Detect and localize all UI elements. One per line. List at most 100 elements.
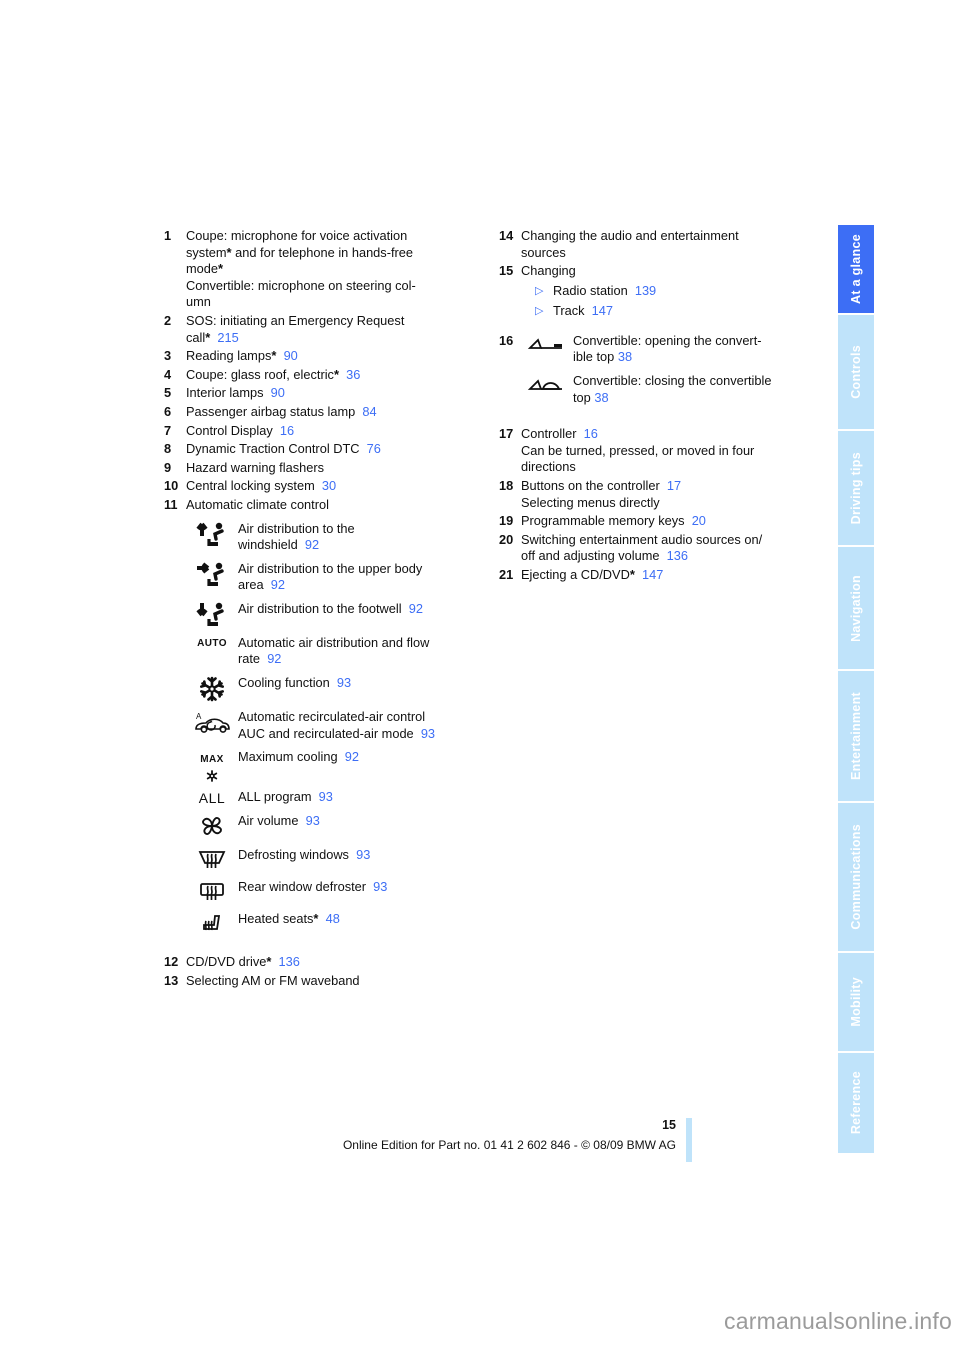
item-body: CD/DVD drive* 136 [186,954,474,971]
tab-communications[interactable]: Communications [838,803,874,953]
icon-line-1: Heated seats [238,911,314,927]
tab-driving-tips[interactable]: Driving tips [838,431,874,547]
page-reference[interactable]: 93 [356,847,370,862]
icon-line-2: rate [238,651,261,667]
item-label: Buttons on the controller [521,477,660,493]
tab-label: Navigation [849,574,863,642]
page-reference[interactable]: 17 [667,478,681,493]
page-reference[interactable]: 93 [319,789,333,804]
item-line: Selecting menus directly [521,494,660,510]
page-reference[interactable]: 90 [271,385,285,400]
tab-reference[interactable]: Reference [838,1053,874,1153]
page-reference[interactable]: 92 [305,537,319,552]
item-body: Automatic climate control [186,497,474,514]
page-reference[interactable]: 139 [635,283,656,300]
icon-row-cooling: Cooling function 93 [186,675,474,702]
icon-line-1: Convertible: opening the convert- [573,332,762,348]
item-line: Coupe: microphone for voice activation [186,228,408,243]
tab-navigation[interactable]: Navigation [838,547,874,671]
icon-row-recirculation: A Automatic recirculated-air control AUC… [186,709,474,742]
icon-line-1: Rear window defroster [238,879,367,895]
page-reference[interactable]: 36 [346,367,360,382]
item-number: 11 [164,496,178,512]
icon-line-1: Automatic recirculated-air control [238,709,426,725]
option-asterisk: * [629,566,635,582]
list-item-3: 3 Reading lamps* 90 [164,348,474,365]
item-line: mode [186,261,219,277]
page-reference[interactable]: 16 [584,426,598,441]
page-reference[interactable]: 93 [421,726,435,741]
page-reference[interactable]: 93 [337,675,351,690]
page-reference[interactable]: 147 [642,567,663,582]
item-body: Interior lamps 90 [186,385,474,402]
icon-row-heated-seats: Heated seats* 48 [186,911,474,936]
item-body: Programmable memory keys 20 [521,513,804,530]
triangle-bullet-icon: ▷ [535,284,544,297]
page-reference[interactable]: 136 [667,548,688,563]
page-reference[interactable]: 38 [618,349,632,364]
icon-row-text: Air distribution to the windshield 92 [238,521,474,554]
tab-mobility[interactable]: Mobility [838,953,874,1053]
page-reference[interactable]: 48 [326,911,340,926]
page-reference[interactable]: 92 [409,601,423,616]
page-reference[interactable]: 84 [362,404,376,419]
item-body: Switching entertainment audio sources on… [521,532,804,565]
icon-row-top-close: Convertible: closing the convertible top… [521,373,804,406]
footer-note: Online Edition for Part no. 01 41 2 602 … [342,1138,676,1152]
item-body: SOS: initiating an Emergency Request cal… [186,313,474,346]
bullet-label: Track [553,302,585,318]
icon-line-1: Cooling function [238,675,330,691]
page-reference[interactable]: 90 [284,348,298,363]
list-item-7: 7 Control Display 16 [164,423,474,440]
icon-row-auto: AUTO Automatic air distribution and flow… [186,635,474,668]
item-line: and for telephone in hands-free [231,244,414,260]
page-reference[interactable]: 20 [692,513,706,528]
item-line: Switching entertainment audio sources on… [521,531,763,547]
item-label: Central locking system [186,478,315,494]
page-reference[interactable]: 38 [594,390,608,405]
page-reference[interactable]: 16 [280,423,294,438]
tab-label: Driving tips [849,451,863,525]
bullet-radio-station: ▷ Radio station 139 [535,283,804,300]
page-reference[interactable]: 76 [367,441,381,456]
page-reference[interactable]: 30 [322,478,336,493]
item-label: Controller [521,426,577,442]
item-label: Hazard warning flashers [186,459,324,475]
triangle-bullet-icon: ▷ [535,304,544,317]
air-distribution-windshield-icon [186,521,238,554]
list-item-12: 12 CD/DVD drive* 136 [164,954,474,971]
air-distribution-footwell-icon [186,601,238,628]
page-reference[interactable]: 147 [592,303,613,320]
item-body: Central locking system 30 [186,478,474,495]
item-body: Changing the audio and entertainment sou… [521,228,804,261]
page-reference[interactable]: 215 [217,330,238,345]
list-item-19: 19 Programmable memory keys 20 [499,513,804,530]
page-reference[interactable]: 136 [279,954,300,969]
page-reference[interactable]: 93 [373,879,387,894]
item-label: Dynamic Traction Control DTC [186,441,360,457]
item-number: 13 [164,973,179,989]
tab-label: Reference [849,1071,863,1135]
icon-row-rear-defroster: Rear window defroster 93 [186,879,474,904]
page-reference[interactable]: 92 [271,577,285,592]
page-reference[interactable]: 93 [306,813,320,828]
icon-line-1: Air volume [238,813,299,829]
item-body: Selecting AM or FM waveband [186,973,474,990]
icon-line-2: ible top [573,349,615,365]
tab-controls[interactable]: Controls [838,315,874,431]
footer-accent-bar [686,1118,692,1162]
bullet-track: ▷ Track 147 [535,303,804,320]
tab-label: Communications [849,824,863,930]
icon-row-top-open: Convertible: opening the convert- ible t… [521,333,804,366]
left-column: 1 Coupe: microphone for voice activation… [164,228,474,992]
page-reference[interactable]: 92 [345,749,359,764]
icon-row-all-program: ALL ALL program 93 [186,789,474,807]
page-reference[interactable]: 92 [267,651,281,666]
tab-entertainment[interactable]: Entertainment [838,671,874,803]
tab-at-a-glance[interactable]: At a glance [838,225,874,315]
item-label: Coupe: glass roof, electric [186,366,334,382]
recirculated-air-car-icon: A [186,709,238,742]
icon-row-text: Heated seats* 48 [238,911,474,936]
item-label: Interior lamps [186,385,264,401]
auto-climate-icon: AUTO [186,635,238,668]
